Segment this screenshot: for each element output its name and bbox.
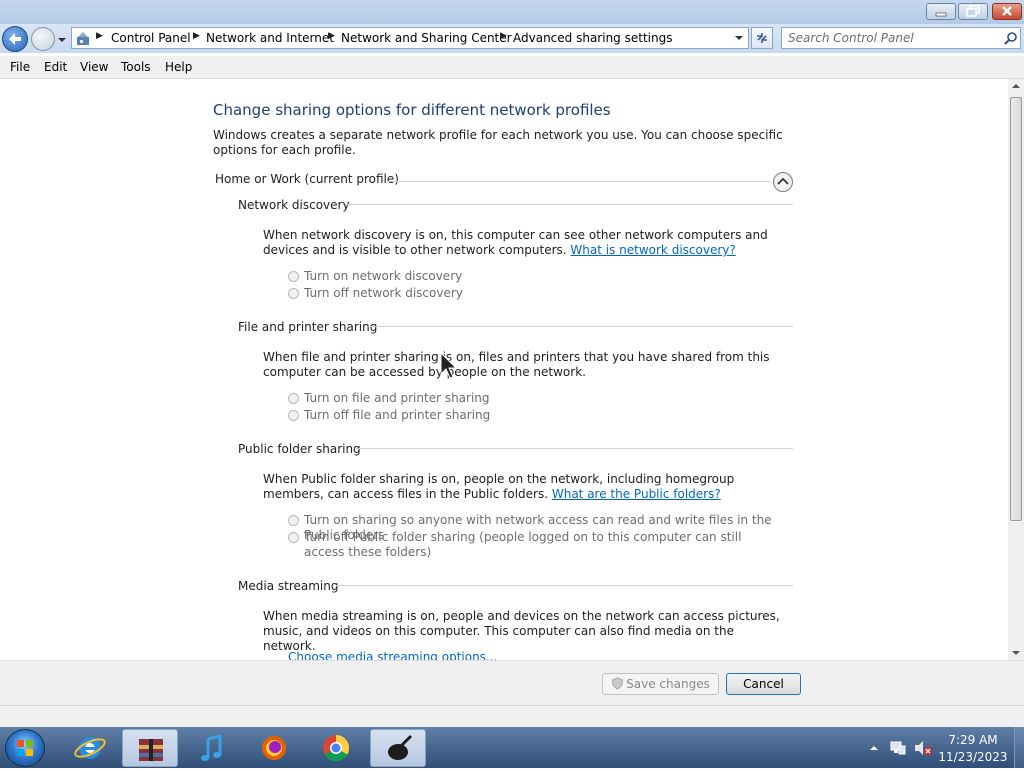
search-icon[interactable] [1004,31,1018,45]
save-changes-button[interactable]: Save changes [602,673,719,695]
scroll-up-icon[interactable] [1011,82,1021,90]
address-bar[interactable]: ▶ Control Panel ▶ Network and Internet ▶… [71,27,749,49]
save-changes-label: Save changes [626,677,710,691]
firefox-icon [262,736,286,760]
radio-label: Turn off file and printer sharing [304,408,491,422]
divider [368,326,793,327]
radio-label: Turn on network discovery [304,269,463,283]
close-icon [1002,6,1012,16]
clock-time[interactable]: 7:29 AM [933,733,1013,747]
chevron-down-icon [58,38,66,42]
breadcrumb-advanced-sharing-settings[interactable]: Advanced sharing settings [513,31,672,45]
collapse-profile-button[interactable] [773,172,793,192]
music-player-icon [201,734,222,761]
radio-turn-on-file-and-printer-sharing[interactable] [288,393,299,404]
taskbar-firefox[interactable] [246,729,302,767]
breadcrumb-separator: ▶ [193,31,200,41]
network-discovery-description: When network discovery is on, this compu… [263,228,788,258]
button-bar [0,660,1024,706]
page-intro: Windows creates a separate network profi… [213,128,783,157]
breadcrumb-control-panel[interactable]: Control Panel [111,31,191,45]
divider [336,585,793,586]
breadcrumb-network-and-sharing-center[interactable]: Network and Sharing Center [341,31,512,45]
chevron-up-icon [777,177,789,185]
radio-label: Turn off Public folder sharing (people l… [304,530,742,559]
divider [387,181,770,182]
chrome-icon [323,734,350,762]
volume-muted-icon[interactable] [913,740,933,756]
minimize-button[interactable] [926,3,956,20]
restore-button[interactable] [958,3,988,20]
windows-logo-icon [17,740,33,756]
breadcrumb-network-and-internet[interactable]: Network and Internet [206,31,334,45]
taskbar-archive-manager[interactable] [122,729,178,767]
section-heading-network-discovery: Network discovery [238,198,350,212]
address-dropdown-icon[interactable] [734,34,744,42]
file-printer-sharing-description: When file and printer sharing is on, fil… [263,350,770,379]
taskbar-chrome[interactable] [308,729,364,767]
menu-bar: File Edit View Tools Help [0,56,1024,79]
menu-file[interactable]: File [10,60,30,74]
refresh-icon [757,33,767,43]
media-streaming-description: When media streaming is on, people and d… [263,609,780,653]
section-heading-public-folder-sharing: Public folder sharing [238,442,361,456]
divider [356,448,793,449]
network-icon[interactable] [889,740,907,756]
minimize-icon [935,12,947,17]
scroll-down-icon[interactable] [1011,649,1021,657]
title-bar [0,0,1024,24]
shield-icon [612,677,624,690]
taskbar-active-app[interactable] [370,729,426,767]
menu-tools[interactable]: Tools [121,60,151,74]
search-input[interactable] [788,30,994,46]
recent-pages-dropdown[interactable] [57,33,67,47]
public-folder-description: When Public folder sharing is on, people… [263,472,788,502]
radio-turn-on-network-discovery[interactable] [288,271,299,282]
taskbar-internet-explorer[interactable] [62,729,118,767]
breadcrumb-separator: ▶ [500,31,507,41]
breadcrumb-separator: ▶ [328,31,335,41]
back-arrow-icon [9,33,21,45]
show-hidden-icons-icon[interactable] [869,744,879,752]
archive-manager-icon [139,739,163,761]
scrollbar-thumb[interactable] [1010,97,1022,521]
radio-label: Turn on file and printer sharing [304,391,490,405]
section-heading-media-streaming: Media streaming [238,579,339,593]
start-button[interactable] [5,729,45,767]
cancel-button[interactable]: Cancel [726,673,801,695]
restore-icon [966,5,980,17]
mouse-cursor-icon [440,352,458,379]
network-discovery-help-link[interactable]: What is network discovery? [570,243,735,257]
profile-label: Home or Work (current profile) [215,172,399,186]
public-folders-help-link[interactable]: What are the Public folders? [552,487,721,501]
breadcrumb-separator: ▶ [96,31,103,41]
radio-turn-off-file-and-printer-sharing[interactable] [288,410,299,421]
taskbar-music-player[interactable] [184,729,240,767]
control-panel-icon [77,32,89,45]
clock-date[interactable]: 11/23/2023 [933,750,1013,764]
section-heading-file-and-printer-sharing: File and printer sharing [238,320,378,334]
internet-explorer-icon [74,737,106,759]
close-button[interactable] [992,3,1022,20]
radio-turn-off-network-discovery[interactable] [288,288,299,299]
back-button[interactable] [2,26,28,52]
show-desktop-button[interactable] [1014,727,1024,768]
radio-turn-on-public-folder-sharing[interactable] [288,515,299,526]
search-box[interactable] [781,27,1021,49]
status-bar [0,705,1024,728]
refresh-button[interactable] [751,27,773,49]
menu-edit[interactable]: Edit [44,60,67,74]
forward-button[interactable] [31,27,55,51]
menu-help[interactable]: Help [165,60,192,74]
page-title: Change sharing options for different net… [213,101,611,119]
app-icon [388,734,413,760]
radio-label: Turn off network discovery [304,286,463,300]
menu-view[interactable]: View [80,60,108,74]
radio-turn-off-public-folder-sharing[interactable] [288,532,299,543]
divider [345,204,793,205]
